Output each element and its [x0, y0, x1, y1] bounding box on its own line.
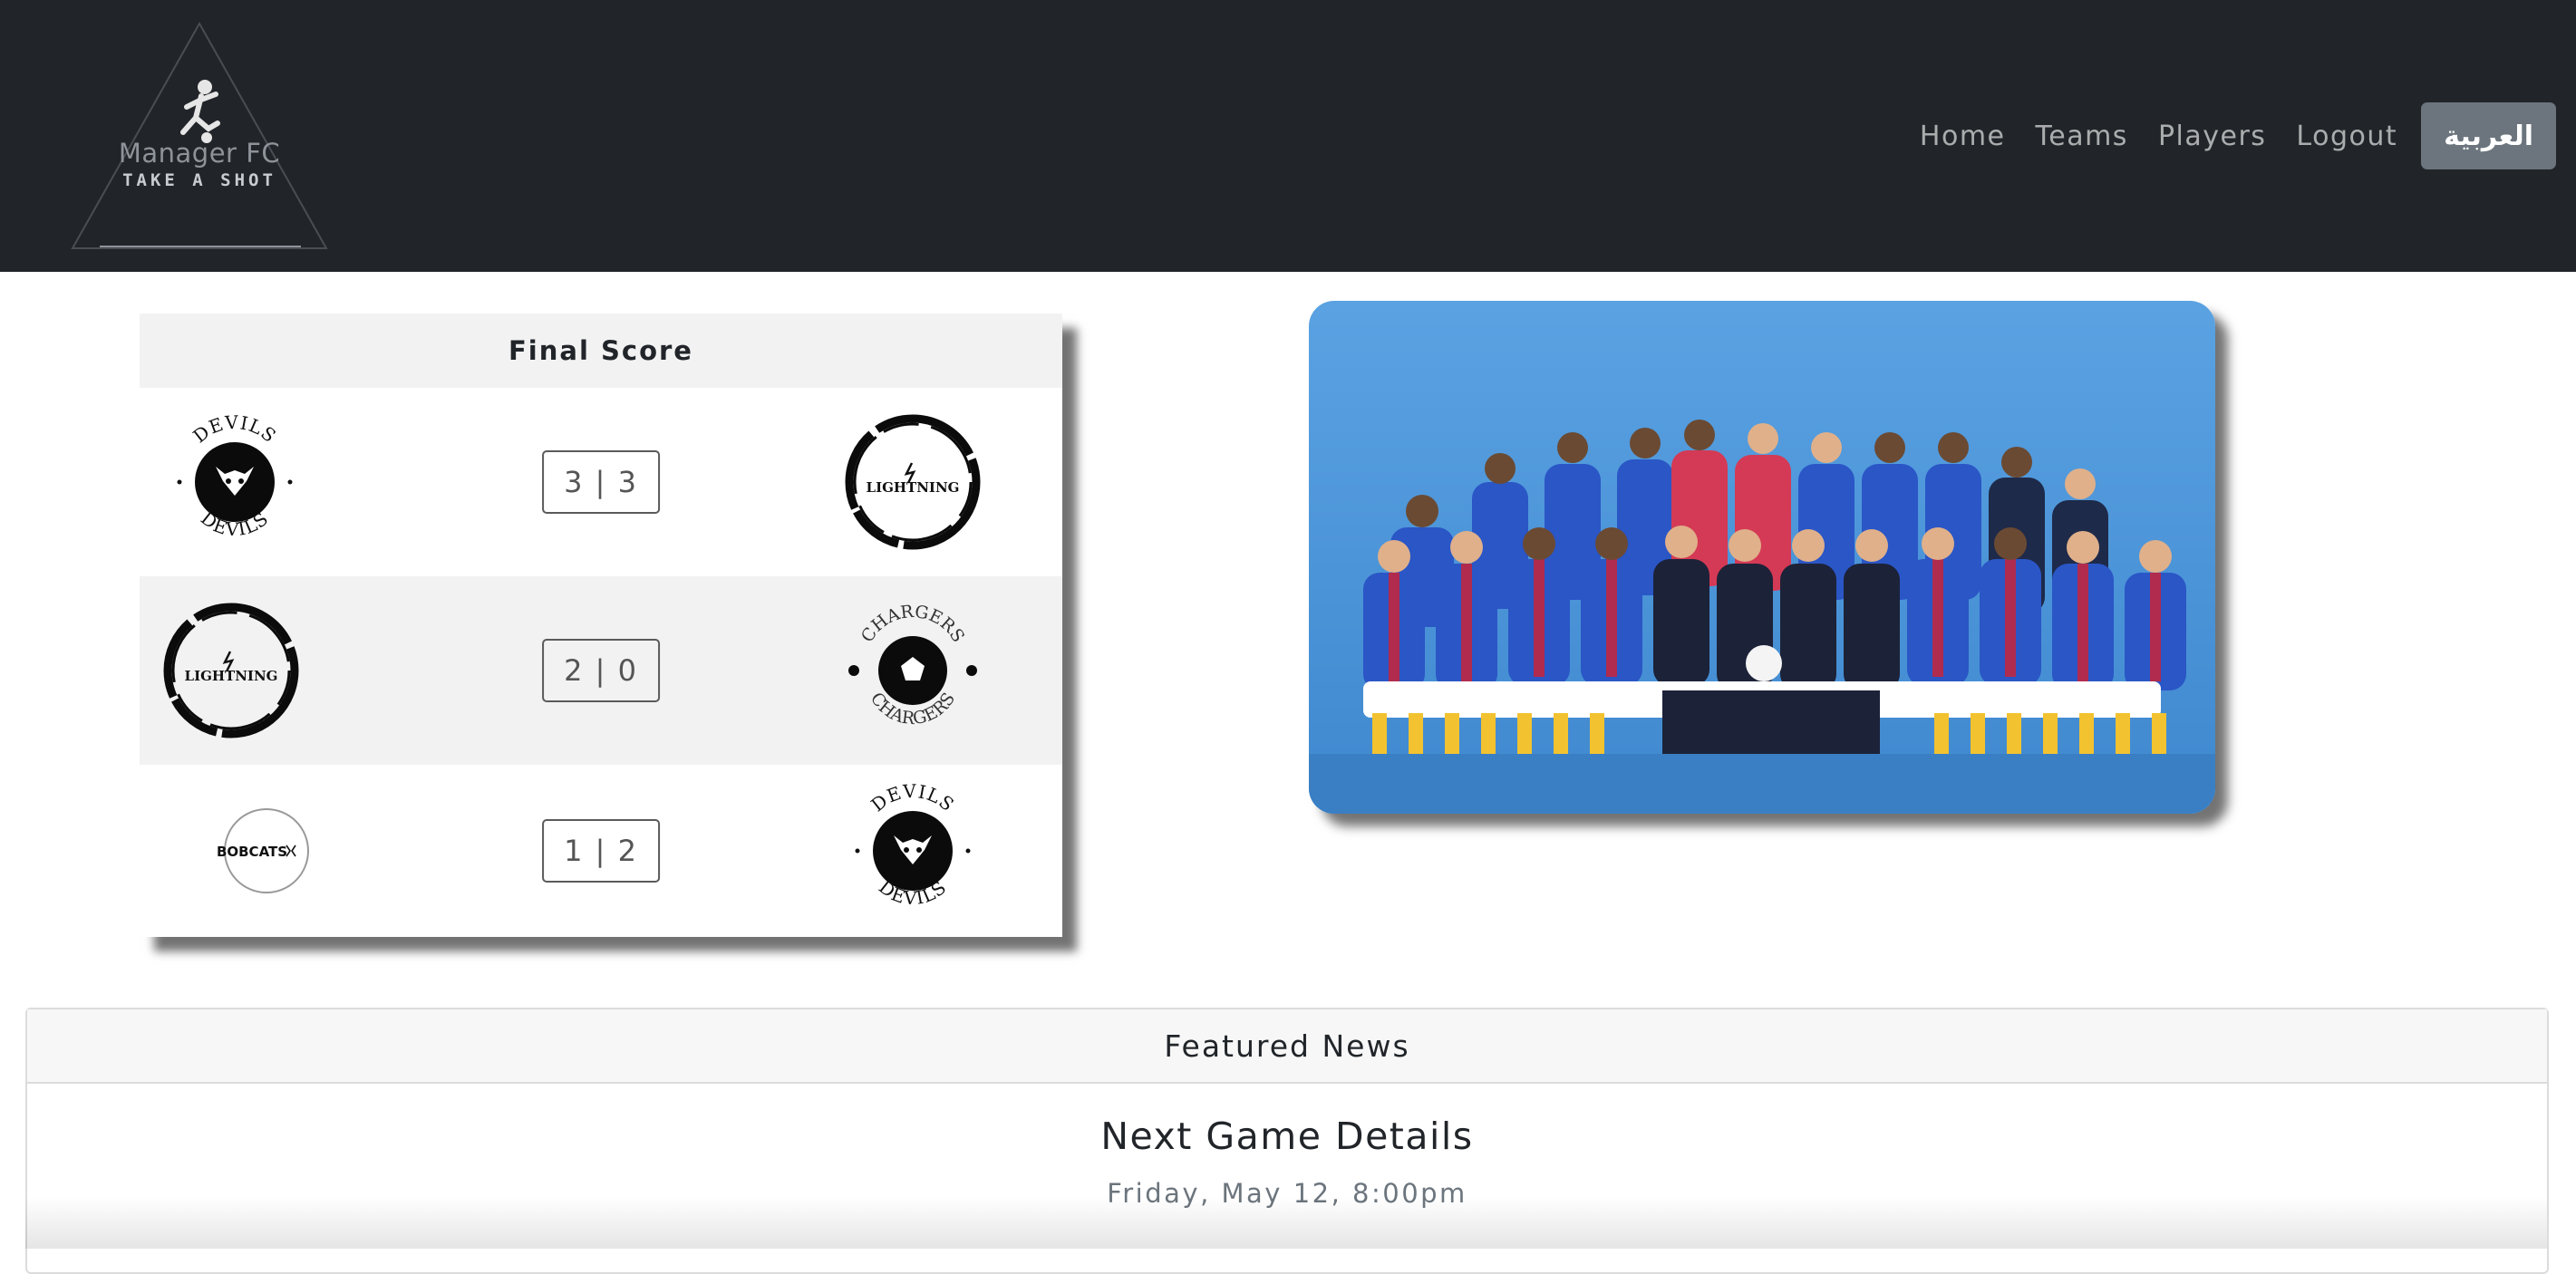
brand-name: Manager FC [118, 138, 281, 169]
bobcats-logo-icon: BOBCATS [217, 808, 309, 893]
nav-players-link[interactable]: Players [2158, 121, 2266, 152]
featured-news-heading: Featured News [27, 1009, 2547, 1084]
nav-links: Home Teams Players Logout العربية [1890, 101, 2556, 170]
devils-logo-icon: DEVILS DEVILS [177, 411, 293, 540]
final-score-card: Final Score DEVILS DEVILS 3 | 3 LIGHTNIN… [140, 314, 1062, 937]
lightning-logo-text: LIGHTNING [185, 668, 278, 684]
match-score: 1 | 2 [542, 819, 660, 883]
match-row: DEVILS DEVILS 3 | 3 LIGHTNING [140, 388, 1062, 576]
bobcats-logo-text: BOBCATS [217, 844, 287, 860]
nav-logout-link[interactable]: Logout [2296, 121, 2397, 152]
svg-text:DEVILS: DEVILS [189, 411, 280, 448]
match-score: 3 | 3 [542, 450, 660, 514]
brand-tagline: TAKE A SHOT [122, 170, 276, 190]
logo-triangle-icon [71, 21, 328, 249]
team-photo-image [1309, 301, 2215, 814]
match-row: BOBCATS 1 | 2 DEVILS DEVILS [140, 765, 1062, 937]
devils-logo-top-text: DEVILS [189, 411, 279, 448]
match-row: LIGHTNING 2 | 0 CHARGERS CHARGERS [140, 576, 1062, 765]
language-toggle-button[interactable]: العربية [2421, 102, 2556, 169]
chargers-logo-icon: CHARGERS CHARGERS [848, 602, 977, 729]
brand-logo[interactable]: Manager FC TAKE A SHOT [63, 16, 335, 254]
lightning-logo-icon: LIGHTNING [845, 414, 981, 550]
featured-news-card: Featured News Next Game Details Friday, … [25, 1008, 2549, 1274]
svg-text:DEVILS: DEVILS [867, 780, 958, 816]
team-photo [1309, 301, 2215, 814]
nav-teams-link[interactable]: Teams [2036, 121, 2128, 152]
lightning-logo-text: LIGHTNING [867, 479, 960, 496]
devils-logo-icon: DEVILS DEVILS [855, 780, 971, 909]
devils-logo-top-text: DEVILS [867, 780, 957, 816]
nav-home-link[interactable]: Home [1920, 121, 2006, 152]
lightning-logo-icon: LIGHTNING [163, 603, 299, 738]
navbar: Manager FC TAKE A SHOT Home Teams Player… [0, 0, 2576, 272]
news-title: Next Game Details [1100, 1115, 1474, 1158]
final-score-heading: Final Score [140, 314, 1062, 388]
match-score: 2 | 0 [542, 639, 660, 702]
news-date: Friday, May 12, 8:00pm [1107, 1178, 1467, 1209]
